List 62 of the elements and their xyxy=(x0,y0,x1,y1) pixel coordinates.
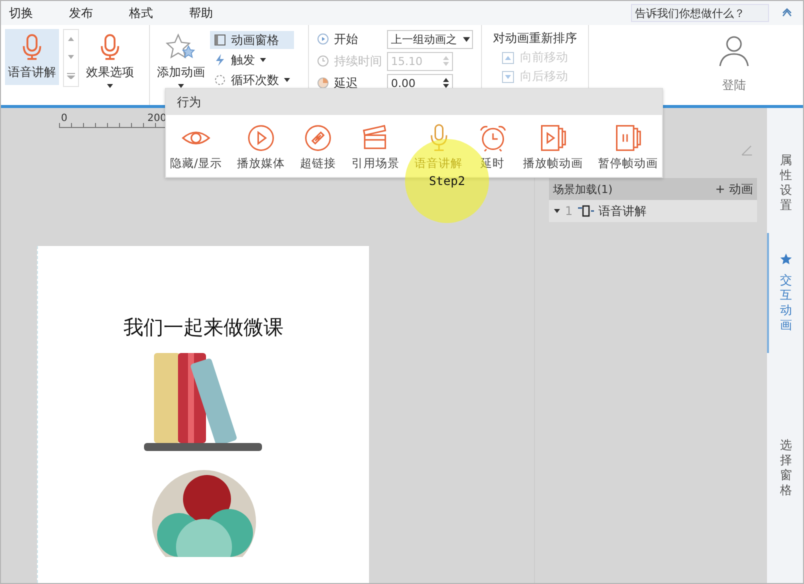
menu-item[interactable]: 切换 xyxy=(9,4,69,22)
side-tab[interactable]: 选择窗格 xyxy=(767,393,803,518)
ribbon-small-button[interactable]: 触发 xyxy=(210,51,294,69)
timing-label: 开始 xyxy=(334,30,359,48)
behavior-item[interactable]: 播放帧动画 xyxy=(520,123,585,171)
reorder-title: 对动画重新排序 xyxy=(493,30,577,47)
item-label: 语音讲解 xyxy=(598,202,647,220)
expand-gallery-icon[interactable] xyxy=(67,73,75,79)
caret-icon xyxy=(107,84,113,88)
side-tab[interactable]: 交互动画 xyxy=(767,233,803,353)
login-button[interactable]: 登陆 xyxy=(713,29,755,101)
effect-options-button[interactable]: 效果选项 xyxy=(83,29,137,92)
ruler-number: 0 xyxy=(60,113,68,126)
search-field[interactable]: 告诉我们你想做什么？ xyxy=(631,4,769,22)
start-dropdown[interactable]: 上一组动画之 xyxy=(387,30,473,48)
behavior-item[interactable]: 引用场景 xyxy=(349,123,402,171)
ribbon-small-button[interactable]: 循环次数 xyxy=(210,71,294,89)
caret-icon xyxy=(284,78,290,82)
timer-icon xyxy=(317,77,329,89)
star-icon xyxy=(165,33,197,61)
side-tab[interactable]: 属性设置 xyxy=(767,108,803,233)
microphone-icon xyxy=(99,33,121,61)
scroll-up-icon[interactable] xyxy=(68,37,74,41)
behavior-icon xyxy=(478,123,508,153)
timing-label: 持续时间 xyxy=(334,52,382,70)
gallery-scroll[interactable] xyxy=(63,29,79,87)
behavior-icon xyxy=(303,123,334,153)
caret-icon xyxy=(260,58,266,62)
slide-title: 我们一起来做微课 xyxy=(124,314,284,341)
spinner-arrows-icon[interactable] xyxy=(443,78,449,88)
behavior-item[interactable]: 超链接 xyxy=(298,123,338,171)
caret-icon xyxy=(463,36,470,42)
add-animation-link[interactable]: + 动画 xyxy=(715,180,753,198)
animation-list-item[interactable]: 1 语音讲解 xyxy=(549,200,757,222)
pane-icon xyxy=(214,34,226,46)
menu-item[interactable]: 帮助 xyxy=(189,4,249,22)
microphone-icon xyxy=(21,33,43,61)
timing-label: 延迟 xyxy=(334,74,359,92)
menu-item[interactable]: 发布 xyxy=(69,4,129,22)
arrow-box-icon xyxy=(502,52,514,64)
clock-icon xyxy=(317,55,329,67)
behavior-item[interactable]: 暂停帧动画 xyxy=(596,123,660,171)
behavior-item[interactable]: 播放媒体 xyxy=(235,123,288,171)
expand-arrow-icon[interactable] xyxy=(554,208,560,214)
popup-title: 行为 xyxy=(177,94,201,110)
pen-icon[interactable] xyxy=(741,144,753,156)
panel-header-title: 场景加载(1) xyxy=(553,182,613,196)
collapse-icon[interactable] xyxy=(781,8,793,18)
play-circle-icon xyxy=(317,33,329,45)
scroll-down-icon[interactable] xyxy=(68,55,74,59)
behavior-item[interactable]: 隐藏/显示 xyxy=(168,123,224,171)
behavior-icon xyxy=(246,123,276,153)
arrow-box-icon xyxy=(502,70,514,82)
ribbon-small-button[interactable]: 动画窗格 xyxy=(210,31,294,49)
star-icon xyxy=(780,253,792,265)
lightning-icon xyxy=(214,54,226,66)
menu-item[interactable]: 格式 xyxy=(129,4,189,22)
loop-icon xyxy=(214,74,226,86)
voice-narration-button[interactable]: 语音讲解 xyxy=(5,29,59,85)
item-number: 1 xyxy=(565,204,573,218)
animation-type-icon xyxy=(578,205,594,217)
user-icon xyxy=(719,35,749,67)
